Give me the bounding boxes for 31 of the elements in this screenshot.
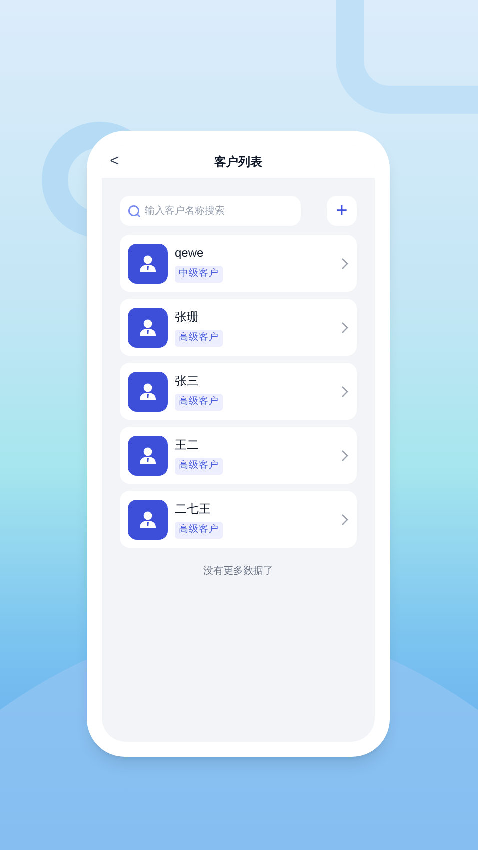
customer-card[interactable]: 张三 高级客户: [120, 363, 357, 420]
search-icon: [128, 204, 141, 218]
person-avatar-icon: [128, 436, 168, 476]
customer-name: 王二: [175, 437, 199, 454]
add-button[interactable]: +: [327, 196, 357, 226]
customer-level-tag: 高级客户: [175, 522, 223, 539]
chevron-right-icon: [341, 514, 349, 526]
chevron-right-icon: [341, 386, 349, 398]
customer-name: 张三: [175, 373, 199, 390]
customer-card[interactable]: 王二 高级客户: [120, 427, 357, 484]
customer-name: qewe: [175, 245, 204, 262]
chevron-right-icon: [341, 258, 349, 270]
customer-card[interactable]: 张珊 高级客户: [120, 299, 357, 356]
search-field[interactable]: 输入客户名称搜索: [120, 196, 301, 226]
customer-level-tag: 高级客户: [175, 330, 223, 347]
person-avatar-icon: [128, 244, 168, 284]
customer-level-tag: 高级客户: [175, 458, 223, 475]
chevron-right-icon: [341, 450, 349, 462]
customer-name: 张珊: [175, 309, 199, 326]
page-title: 客户列表: [214, 154, 262, 171]
back-button[interactable]: <: [110, 154, 120, 170]
person-avatar-icon: [128, 308, 168, 348]
customer-card[interactable]: qewe 中级客户: [120, 235, 357, 292]
customer-card[interactable]: 二七王 高级客户: [120, 491, 357, 548]
person-avatar-icon: [128, 372, 168, 412]
customer-level-tag: 中级客户: [175, 266, 223, 283]
person-avatar-icon: [128, 500, 168, 540]
chevron-right-icon: [341, 322, 349, 334]
customer-name: 二七王: [175, 501, 211, 518]
no-more-data-text: 没有更多数据了: [202, 565, 274, 579]
customer-level-tag: 高级客户: [175, 394, 223, 411]
